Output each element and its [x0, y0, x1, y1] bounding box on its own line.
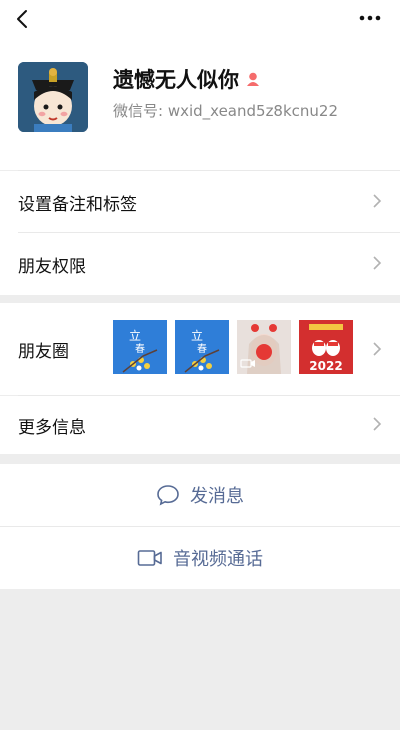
moments-thumbnail: 立 春: [175, 320, 229, 374]
chevron-right-icon: [373, 194, 382, 208]
video-call-label: 音视频通话: [173, 549, 263, 570]
moments-thumb-year: 2022: [309, 359, 342, 373]
svg-text:春: 春: [135, 343, 145, 355]
profile-name: 遗憾无人似你: [113, 68, 239, 92]
top-bar: [0, 0, 400, 40]
remark-tags-row[interactable]: 设置备注和标签: [0, 171, 400, 233]
send-message-label: 发消息: [190, 486, 244, 507]
friend-permissions-row[interactable]: 朋友权限: [0, 233, 400, 295]
moments-video-thumbnail: [237, 320, 291, 374]
more-options-icon[interactable]: [358, 12, 382, 24]
video-camera-icon: [137, 550, 162, 566]
more-info-row[interactable]: 更多信息: [0, 396, 400, 454]
avatar-image: [18, 62, 88, 132]
chevron-right-icon: [373, 342, 382, 356]
profile-header: 遗憾无人似你 微信号: wxid_xeand5z8kcnu22: [0, 40, 400, 170]
friend-permissions-label: 朋友权限: [18, 257, 86, 277]
send-message-button[interactable]: 发消息: [0, 464, 400, 526]
moments-label: 朋友圈: [18, 342, 69, 362]
svg-text:立: 立: [129, 328, 141, 343]
more-info-label: 更多信息: [18, 418, 86, 438]
back-arrow-icon[interactable]: [12, 8, 34, 30]
chevron-right-icon: [373, 256, 382, 270]
wechat-id: 微信号: wxid_xeand5z8kcnu22: [113, 102, 339, 120]
moments-thumbnail: 立 春: [113, 320, 167, 374]
svg-text:立: 立: [191, 328, 203, 343]
female-gender-icon: [247, 72, 259, 86]
remark-tags-label: 设置备注和标签: [18, 195, 137, 215]
svg-text:春: 春: [197, 343, 207, 355]
avatar[interactable]: [18, 62, 88, 132]
chat-bubble-icon: [157, 485, 179, 506]
chevron-right-icon: [373, 417, 382, 431]
video-call-button[interactable]: 音视频通话: [0, 527, 400, 589]
moments-row[interactable]: 朋友圈 立 春 立 春 2022: [0, 303, 400, 395]
moments-thumbnail: 2022: [299, 320, 353, 374]
